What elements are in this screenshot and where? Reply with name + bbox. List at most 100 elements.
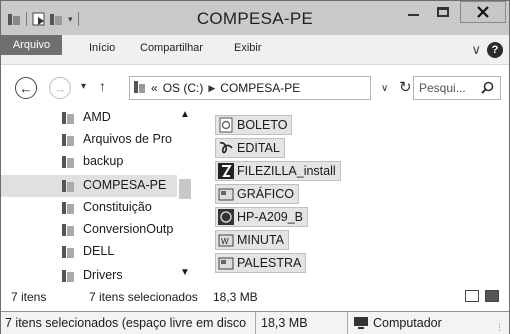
file-name: GRÁFICO [237,187,294,201]
maximize-button[interactable] [429,1,457,23]
folder-icon [61,179,75,196]
details-strip: 7 itens selecionados (espaço livre em di… [1,311,509,334]
file-name: EDITAL [237,141,280,155]
computer-icon [353,316,369,333]
file-item-palestra[interactable]: PALESTRA [215,253,307,273]
scrollbar-thumb[interactable] [179,179,191,199]
nav-item-backup[interactable]: backup [1,151,177,173]
file-item-hp-a209-b[interactable]: HP-A209_B [215,207,309,227]
minimize-button[interactable] [399,1,427,23]
ribbon-controls: ∨ ? [471,42,503,58]
file-item-edital[interactable]: EDITAL [215,138,285,158]
item-count: 7 itens [11,290,47,304]
selected-count: 7 itens selecionados [89,290,198,304]
status-bar: 7 itens 7 itens selecionados 18,3 MB [1,285,509,309]
tab-compartilhar[interactable]: Compartilhar [140,42,203,54]
back-button[interactable]: ← [15,77,37,99]
nav-item-arquivos-de-programas[interactable]: Arquivos de Pro [1,129,177,151]
nav-item-label: ConversionOutp [83,222,174,236]
document-icon [218,117,234,133]
file-name: BOLETO [237,118,288,132]
folder-icon [61,201,75,218]
folder-icon [61,223,75,240]
breadcrumb-overflow[interactable]: « [151,81,158,95]
file-item-filezilla-install[interactable]: FILEZILLA_install [215,161,341,181]
ribbon-tabs: Arquivo Início Compartilhar Exibir ∨ ? [1,35,509,65]
address-bar[interactable]: « OS (C:) ▶ COMPESA-PE [129,76,371,100]
refresh-icon[interactable]: ↻ [399,78,412,96]
file-list: BOLETO EDITAL FILEZILLA_install GRÁFICO … [193,107,509,285]
selection-info: 7 itens selecionados (espaço livre em di… [5,316,247,330]
up-arrow-icon[interactable]: ↑ [99,78,106,94]
large-icons-view-icon[interactable] [485,290,499,302]
folder-icon [61,111,75,128]
folder-icon [61,155,75,172]
title-bar: ▾ COMPESA-PE [1,1,509,35]
folder-icon [61,245,75,262]
scroll-up-icon[interactable]: ▲ [180,109,190,120]
selected-size: 18,3 MB [213,290,258,304]
arrow-left-icon: ← [19,80,33,96]
divider [255,312,256,334]
divider [347,312,348,334]
view-switcher [465,290,499,302]
nav-item-constituicao[interactable]: Constituição [1,197,177,219]
minimize-icon [407,14,419,16]
file-name: PALESTRA [237,256,302,270]
recent-locations-icon[interactable]: ▾ [81,81,86,92]
nav-item-compesa-pe[interactable]: COMPESA-PE [1,175,177,197]
arrow-right-icon: → [53,80,67,96]
close-icon [477,6,489,18]
address-dropdown-icon[interactable]: ∨ [381,83,388,94]
nav-item-label: Drivers [83,268,123,282]
nav-item-label: AMD [83,110,111,124]
breadcrumb-folder[interactable]: COMPESA-PE [220,81,300,95]
resize-grip-icon[interactable]: ⋮ [495,322,504,333]
nav-item-drivers[interactable]: Drivers [1,265,177,285]
nav-item-dell[interactable]: DELL [1,241,177,263]
search-icon [481,81,494,97]
image-icon [218,186,234,202]
file-item-boleto[interactable]: BOLETO [215,115,293,135]
tab-exibir[interactable]: Exibir [234,42,262,54]
nav-item-conversionoutput[interactable]: ConversionOutp [1,219,177,241]
nav-item-amd[interactable]: AMD [1,107,177,129]
folder-icon [134,80,146,97]
search-placeholder: Pesqui... [419,81,466,95]
file-name: FILEZILLA_install [237,164,336,178]
help-icon[interactable]: ? [487,42,503,58]
hp-icon [218,209,234,225]
search-input[interactable]: Pesqui... [413,76,501,100]
file-item-grafico[interactable]: GRÁFICO [215,184,299,204]
nav-item-label: DELL [83,244,115,258]
nav-item-label: COMPESA-PE [83,178,167,192]
nav-item-label: backup [83,154,124,168]
file-item-minuta[interactable]: W MINUTA [215,230,289,250]
chevron-right-icon[interactable]: ▶ [208,83,215,94]
expand-ribbon-icon[interactable]: ∨ [471,42,481,58]
folder-icon [61,133,75,150]
explorer-window: ▾ COMPESA-PE Arquivo Início Compartilhar… [0,0,510,334]
close-button[interactable] [460,1,506,23]
file-name: HP-A209_B [237,210,304,224]
navigation-scrollbar[interactable]: ▲ ▼ [177,107,193,285]
forward-button[interactable]: → [49,77,71,99]
nav-item-label: Arquivos de Pro [83,132,172,146]
svg-text:W: W [221,237,229,246]
file-name: MINUTA [237,233,284,247]
filezilla-icon [218,163,234,179]
image-icon [218,255,234,271]
navigation-pane: AMD Arquivos de Pro backup COMPESA-PE Co… [1,107,193,285]
selection-size: 18,3 MB [261,316,308,330]
scroll-down-icon[interactable]: ▼ [180,267,190,278]
details-view-icon[interactable] [465,290,479,302]
tab-inicio[interactable]: Início [89,42,115,54]
pdf-icon [218,140,234,156]
maximize-icon [437,7,449,17]
location-label: Computador [373,316,442,330]
nav-item-label: Constituição [83,200,152,214]
folder-icon [61,269,75,285]
word-icon: W [218,232,234,248]
tab-arquivo[interactable]: Arquivo [1,35,62,55]
breadcrumb-drive[interactable]: OS (C:) [163,81,204,95]
